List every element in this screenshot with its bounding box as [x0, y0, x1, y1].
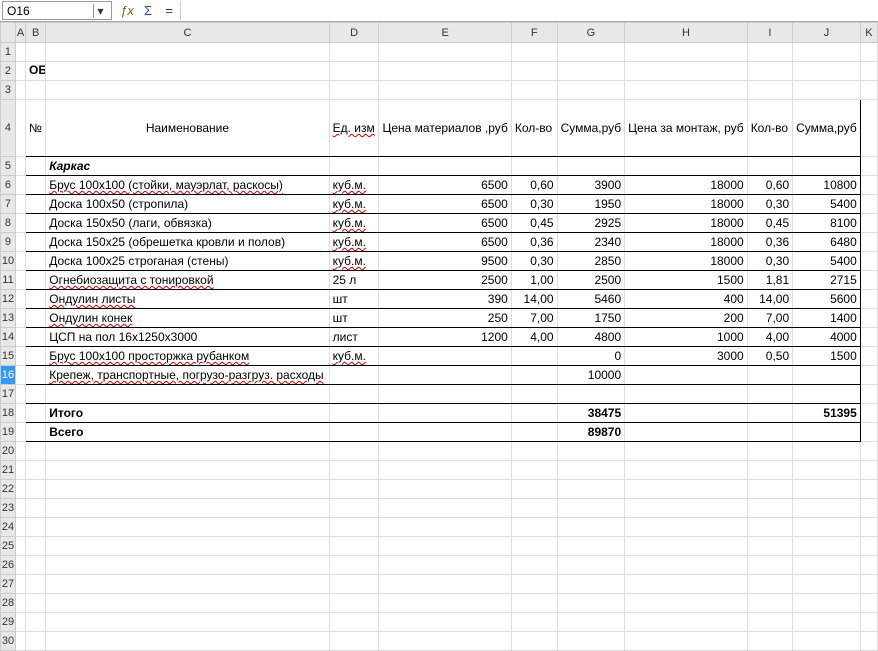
- col-header[interactable]: G: [557, 23, 625, 43]
- corner-cell[interactable]: [1, 23, 16, 43]
- col-header[interactable]: I: [747, 23, 792, 43]
- row-header[interactable]: 30: [1, 632, 16, 651]
- row-header[interactable]: 25: [1, 537, 16, 556]
- cell[interactable]: 51395: [793, 404, 861, 423]
- col-header[interactable]: A: [15, 23, 25, 43]
- row-header[interactable]: 11: [1, 271, 16, 290]
- row-header[interactable]: 12: [1, 290, 16, 309]
- name-box[interactable]: O16 ▾: [2, 1, 112, 20]
- cell[interactable]: 0,60: [747, 176, 792, 195]
- row-header[interactable]: 7: [1, 195, 16, 214]
- cell[interactable]: Ондулин конек: [46, 309, 329, 328]
- row-header[interactable]: 22: [1, 480, 16, 499]
- col-header[interactable]: J: [793, 23, 861, 43]
- row-header[interactable]: 23: [1, 499, 16, 518]
- name-box-value: O16: [7, 4, 93, 18]
- cell[interactable]: №: [26, 100, 46, 157]
- col-header[interactable]: H: [625, 23, 748, 43]
- fx-icon[interactable]: ƒx: [118, 2, 136, 20]
- equals-icon[interactable]: =: [160, 2, 178, 20]
- row-header[interactable]: 29: [1, 613, 16, 632]
- cell[interactable]: Доска 100х25 строганая (стены): [46, 252, 329, 271]
- row-header[interactable]: 8: [1, 214, 16, 233]
- cell[interactable]: 0,60: [511, 176, 557, 195]
- cell[interactable]: Каркас: [46, 157, 329, 176]
- cell[interactable]: куб.м.: [329, 195, 379, 214]
- row-header[interactable]: 1: [1, 43, 16, 62]
- cell[interactable]: Доска 150х50 (лаги, обвязка): [46, 214, 329, 233]
- row-header[interactable]: 5: [1, 157, 16, 176]
- row-header[interactable]: 19: [1, 423, 16, 442]
- name-box-dropdown-icon[interactable]: ▾: [93, 4, 107, 18]
- formula-bar: O16 ▾ ƒx Σ =: [0, 0, 878, 22]
- row-header[interactable]: 15: [1, 347, 16, 366]
- row-header[interactable]: 9: [1, 233, 16, 252]
- cell[interactable]: 89870: [557, 423, 625, 442]
- row-header[interactable]: 28: [1, 594, 16, 613]
- cell[interactable]: Крепеж, транспортные, погрузо-разгруз. р…: [46, 366, 329, 385]
- row-header[interactable]: 17: [1, 385, 16, 404]
- row-header[interactable]: 13: [1, 309, 16, 328]
- col-header[interactable]: D: [329, 23, 379, 43]
- cell[interactable]: Доска 100х50 (стропила): [46, 195, 329, 214]
- cell[interactable]: Наименование: [46, 100, 329, 157]
- cell[interactable]: ЦСП на пол 16х1250х3000: [46, 328, 329, 347]
- formula-input[interactable]: [180, 1, 878, 20]
- formula-toolbar: ƒx Σ =: [118, 2, 178, 20]
- cell[interactable]: Ондулин листы: [46, 290, 329, 309]
- row-header-selected[interactable]: 16: [1, 366, 16, 385]
- cell[interactable]: Брус 100х100 просторжка рубанком: [46, 347, 329, 366]
- title: ОБЪЕКТНЫЙ РАСЧЕТ И СТОИМОСТЬ МАТЕРИАЛОВ …: [29, 63, 46, 77]
- row-header[interactable]: 27: [1, 575, 16, 594]
- col-header[interactable]: C: [46, 23, 329, 43]
- col-header[interactable]: K: [860, 23, 877, 43]
- cell[interactable]: Огнебиозащита с тонировкой: [46, 271, 329, 290]
- cell[interactable]: 3900: [557, 176, 625, 195]
- row-header[interactable]: 26: [1, 556, 16, 575]
- cell[interactable]: 10800: [793, 176, 861, 195]
- cell[interactable]: Доска 150х25 (обрешетка кровли и полов): [46, 233, 329, 252]
- cell[interactable]: 38475: [557, 404, 625, 423]
- spreadsheet-grid[interactable]: A B C D E F G H I J K 1 2 ОБЪЕКТНЫЙ РАСЧ…: [0, 22, 878, 651]
- cell[interactable]: Цена материалов ,руб: [379, 100, 511, 157]
- cell[interactable]: куб.м.: [329, 176, 379, 195]
- cell[interactable]: Итого: [46, 404, 329, 423]
- cell[interactable]: Всего: [46, 423, 329, 442]
- row-header[interactable]: 14: [1, 328, 16, 347]
- cell[interactable]: Кол-во: [511, 100, 557, 157]
- cell[interactable]: 18000: [625, 176, 748, 195]
- col-header[interactable]: B: [26, 23, 46, 43]
- row-header[interactable]: 3: [1, 81, 16, 100]
- cell[interactable]: Цена за монтаж, руб: [625, 100, 748, 157]
- cell[interactable]: Сумма,руб: [793, 100, 861, 157]
- row-header[interactable]: 2: [1, 62, 16, 81]
- row-header[interactable]: 20: [1, 442, 16, 461]
- cell[interactable]: Сумма,руб: [557, 100, 625, 157]
- cell[interactable]: ОБЪЕКТНЫЙ РАСЧЕТ И СТОИМОСТЬ МАТЕРИАЛОВ …: [26, 62, 46, 81]
- row-header[interactable]: 10: [1, 252, 16, 271]
- row-header[interactable]: 4: [1, 100, 16, 157]
- cell[interactable]: Кол-во: [747, 100, 792, 157]
- col-header[interactable]: F: [511, 23, 557, 43]
- cell[interactable]: Брус 100х100 (стойки, мауэрлат, раскосы): [46, 176, 329, 195]
- row-header[interactable]: 18: [1, 404, 16, 423]
- cell[interactable]: 6500: [379, 176, 511, 195]
- cell[interactable]: Ед. изм: [329, 100, 379, 157]
- row-header[interactable]: 24: [1, 518, 16, 537]
- row-header[interactable]: 21: [1, 461, 16, 480]
- col-header[interactable]: E: [379, 23, 511, 43]
- sum-icon[interactable]: Σ: [139, 2, 157, 20]
- row-header[interactable]: 6: [1, 176, 16, 195]
- cell[interactable]: [26, 157, 46, 176]
